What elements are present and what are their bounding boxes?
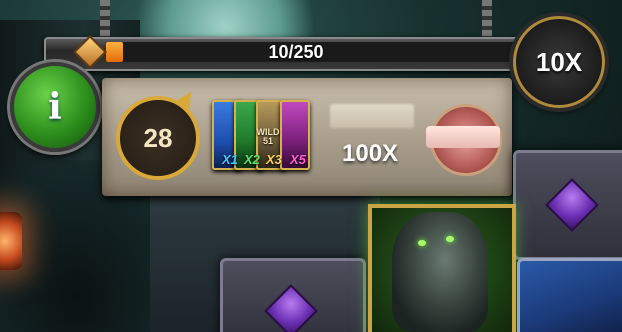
feature-multiplier: 100X (342, 140, 399, 167)
card-3-multiplier: X3 (266, 152, 282, 167)
werewolf-eye (446, 236, 454, 242)
multiplier-label: 10X (535, 46, 583, 77)
info-button[interactable]: i (10, 62, 100, 152)
wild-card-label: WILD 51 (256, 127, 280, 146)
chain-right (482, 0, 492, 40)
lantern-glow (0, 212, 22, 270)
reel-tile-scythe (517, 258, 622, 332)
card-1-multiplier: X1 (222, 152, 238, 167)
card-4-multiplier: X5 (290, 152, 306, 167)
werewolf-eye (418, 240, 426, 246)
card-2-multiplier: X2 (244, 152, 260, 167)
blurred-value (330, 104, 414, 128)
multiplier-badge: 10X (513, 16, 605, 108)
info-icon: i (48, 86, 62, 128)
werewolf-icon (392, 212, 488, 332)
emblem-plate (426, 126, 500, 148)
progress-text: 10/250 (268, 42, 324, 62)
spins-counter-value: 28 (143, 122, 173, 153)
chain-left (100, 0, 110, 40)
progress-bar: 10/250 (44, 37, 548, 71)
game-scene: 10/250 10X i 28 WILD 51 X1 X2 X3 X5 100X (0, 0, 622, 332)
